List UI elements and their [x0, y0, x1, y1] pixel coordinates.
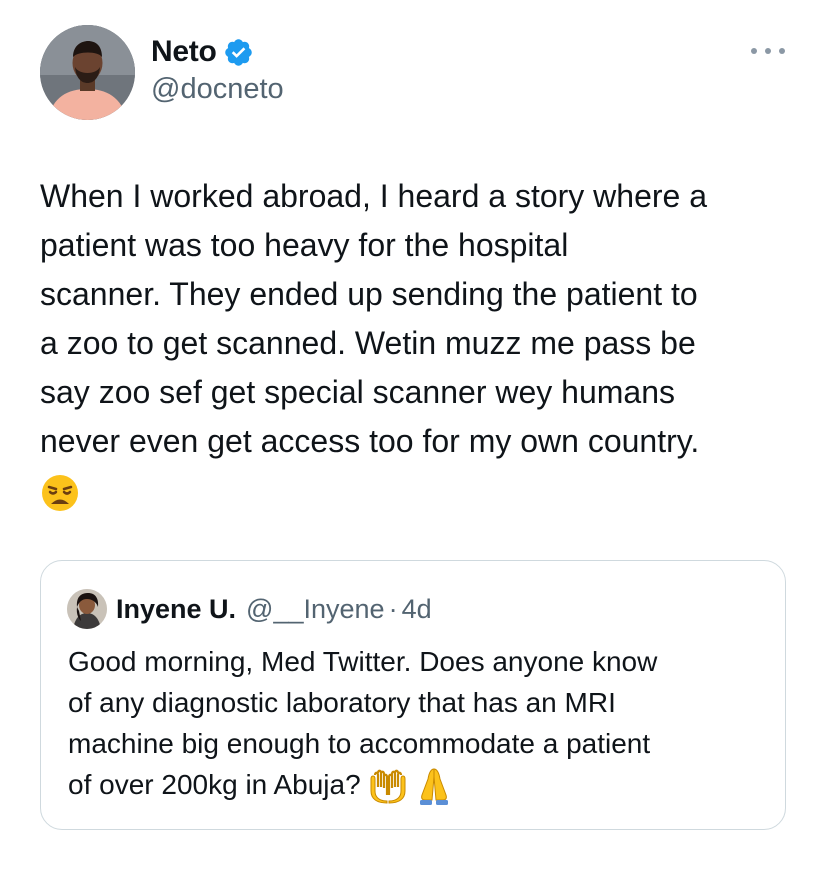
- verified-badge-icon: [225, 38, 253, 66]
- tweet-text-line: scanner. They ended up sending the patie…: [40, 276, 698, 312]
- quoted-tweet-text: Good morning, Med Twitter. Does anyone k…: [68, 641, 768, 807]
- ellipsis-dot: [779, 48, 785, 54]
- quoted-tweet-timestamp[interactable]: 4d: [402, 594, 432, 625]
- author-display-name[interactable]: Neto: [151, 35, 217, 69]
- quoted-tweet-card[interactable]: Inyene U. @__Inyene · 4d Good morning, M…: [40, 560, 786, 830]
- ellipsis-icon[interactable]: [751, 41, 785, 61]
- profile-photo-icon: [67, 589, 107, 629]
- tweet-text-line: say zoo sef get special scanner wey huma…: [40, 374, 675, 410]
- quoted-author-display-name[interactable]: Inyene U.: [116, 594, 236, 625]
- author-handle[interactable]: @docneto: [151, 73, 284, 106]
- tweet-text-line: When I worked abroad, I heard a story wh…: [40, 178, 708, 214]
- ellipsis-dot: [751, 48, 757, 54]
- quoted-author-avatar[interactable]: [67, 589, 107, 629]
- palms-up-emoji-icon: [370, 769, 406, 804]
- quoted-author-handle[interactable]: @__Inyene: [246, 594, 385, 625]
- quoted-text-line: of any diagnostic laboratory that has an…: [68, 687, 616, 718]
- author-name-row[interactable]: Neto: [151, 34, 254, 70]
- quoted-text-line: of over 200kg in Abuja?: [68, 769, 361, 800]
- tweet-text-line: a zoo to get scanned. Wetin muzz me pass…: [40, 325, 696, 361]
- author-avatar[interactable]: [40, 25, 135, 120]
- weary-face-emoji-icon: [42, 474, 78, 511]
- tweet-emoji-line: [40, 466, 800, 515]
- quoted-text-line-last: of over 200kg in Abuja?: [68, 764, 768, 807]
- tweet-text-line: patient was too heavy for the hospital: [40, 227, 569, 263]
- separator-dot: ·: [388, 593, 398, 624]
- profile-photo-icon: [40, 25, 135, 120]
- quoted-text-line: machine big enough to accommodate a pati…: [68, 728, 651, 759]
- quoted-tweet-header: Inyene U. @__Inyene · 4d: [67, 589, 432, 629]
- tweet-text-line: never even get access too for my own cou…: [40, 423, 700, 459]
- quoted-text-line: Good morning, Med Twitter. Does anyone k…: [68, 646, 658, 677]
- ellipsis-dot: [765, 48, 771, 54]
- tweet-text: When I worked abroad, I heard a story wh…: [40, 172, 800, 515]
- folded-hands-emoji-icon: [420, 768, 449, 805]
